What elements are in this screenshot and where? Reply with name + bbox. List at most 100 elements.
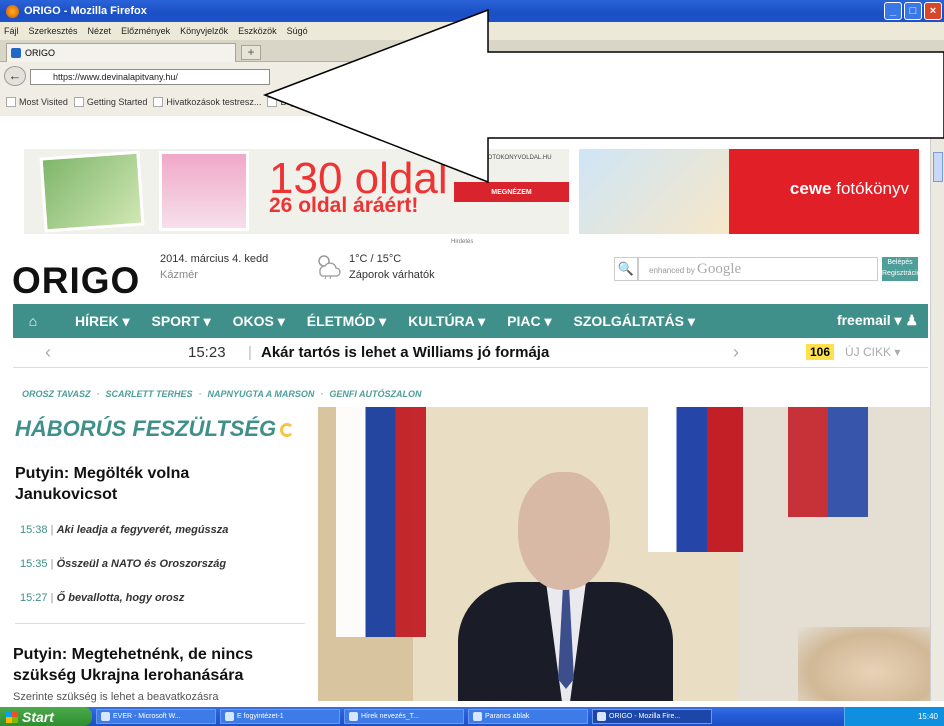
taskbar-item[interactable]: E fogyintézet-1: [220, 709, 340, 724]
sub-story[interactable]: 15:27 | Ő bevallotta, hogy orosz: [20, 592, 184, 604]
tag-link[interactable]: OROSZ TAVASZ: [22, 389, 91, 399]
promo-button[interactable]: MEGNÉZEM: [454, 182, 569, 202]
page-icon: [267, 97, 278, 107]
section-title[interactable]: HÁBORÚS FESZÜLTSÉG: [15, 416, 295, 442]
cewe-ad-photo: [579, 149, 729, 234]
bookmark-other[interactable]: Bej: [267, 97, 293, 107]
ticker-separator: |: [248, 344, 252, 361]
search-input[interactable]: enhanced by Google: [638, 257, 878, 281]
origo-logo[interactable]: ORIGO: [12, 260, 140, 302]
news-ticker: ‹ 15:23 | Akár tartós is lehet a William…: [13, 338, 928, 368]
login-link[interactable]: Belépés: [882, 257, 918, 268]
tag-link[interactable]: NAPNYUGTA A MARSON: [208, 389, 315, 399]
back-button[interactable]: ←: [4, 66, 26, 86]
tab-origo[interactable]: ORIGO: [6, 43, 236, 62]
cewe-brand: cewe fotókönyv: [789, 179, 909, 198]
bookmark-most-visited[interactable]: Most Visited: [6, 97, 68, 107]
sub-story[interactable]: 15:38 | Aki leadja a fegyverét, megússza: [20, 524, 228, 536]
taskbar-item[interactable]: Parancs ablak: [468, 709, 588, 724]
ticker-prev-button[interactable]: ‹: [45, 342, 51, 363]
origo-favicon-icon: [11, 48, 21, 58]
nav-hirek[interactable]: HÍREK ▾: [75, 313, 129, 330]
menu-edit[interactable]: Szerkesztés: [29, 26, 78, 36]
sub-story[interactable]: 15:35 | Összeül a NATO és Oroszország: [20, 558, 226, 570]
windows-logo-icon: [6, 710, 18, 723]
taskbar-item[interactable]: ORIGO - Mozilla Fire...: [592, 709, 712, 724]
close-button[interactable]: ×: [924, 2, 942, 20]
page-icon: [73, 97, 84, 107]
minimize-button[interactable]: _: [884, 2, 902, 20]
window-title: ORIGO - Mozilla Firefox: [24, 5, 147, 17]
ad-photo: [39, 150, 145, 233]
bookmark-links[interactable]: Hivatkozások testresz...: [153, 97, 261, 107]
clock[interactable]: 15:40: [918, 712, 938, 721]
app-icon: [225, 712, 234, 721]
nav-sport[interactable]: SPORT ▾: [151, 313, 210, 330]
start-button[interactable]: Start: [0, 707, 92, 726]
ad-banner[interactable]: 130 oldal 26 oldal áráért! FOTOKONYVOLDA…: [24, 149, 919, 234]
page-icon: [153, 97, 164, 107]
menu-tools[interactable]: Eszközök: [238, 26, 277, 36]
promo-subline: 26 oldal áráért!: [269, 194, 419, 217]
tab-bar: ORIGO +: [0, 40, 944, 62]
taskbar-item[interactable]: EVER - Microsoft W...: [96, 709, 216, 724]
nav-szolgaltatas[interactable]: SZOLGÁLTATÁS ▾: [574, 313, 695, 330]
register-link[interactable]: Regisztráció: [882, 268, 921, 279]
story-headline[interactable]: Putyin: Megtehetnénk, de nincs szükség U…: [13, 644, 303, 686]
taskbar-item[interactable]: Hírek nevezés_T...: [344, 709, 464, 724]
nav-kultura[interactable]: KULTÚRA ▾: [408, 313, 485, 330]
firefox-icon: [597, 712, 606, 721]
menu-history[interactable]: Előzmények: [121, 26, 170, 36]
fotokonyv-ad[interactable]: 130 oldal 26 oldal áráért! FOTOKONYVOLDA…: [24, 149, 569, 234]
web-page: 130 oldal 26 oldal áráért! FOTOKONYVOLDA…: [0, 136, 944, 703]
new-tab-button[interactable]: +: [241, 45, 261, 60]
bookmarks-toolbar: Most Visited Getting Started Hivatkozáso…: [0, 92, 944, 112]
forecast-text: Záporok várhatók: [349, 269, 435, 281]
story-lead: Szerinte szükség is lehet a beavatkozásr…: [13, 691, 219, 703]
story-headline[interactable]: Putyin: Megölték volna Janukovicsot: [15, 463, 295, 505]
bookmark-getting-started[interactable]: Getting Started: [73, 97, 147, 107]
nav-eletmod[interactable]: ÉLETMÓD ▾: [307, 313, 386, 330]
menu-help[interactable]: Súgó: [287, 26, 308, 36]
url-input[interactable]: https://www.devinalapitvany.hu/: [30, 69, 270, 85]
main-navigation: ⌂ HÍREK ▾ SPORT ▾ OKOS ▾ ÉLETMÓD ▾ KULTÚ…: [13, 304, 928, 338]
firefox-icon: [6, 4, 19, 18]
menu-bookmarks[interactable]: Könyvjelzők: [180, 26, 228, 36]
menu-bar: Fájl Szerkesztés Nézet Előzmények Könyvj…: [0, 22, 944, 40]
cewe-ad[interactable]: cewe fotókönyv: [579, 149, 919, 234]
ticker-headline[interactable]: Akár tartós is lehet a Williams jó formá…: [261, 344, 549, 361]
temperature-text: 1°C / 15°C: [349, 253, 402, 265]
login-box[interactable]: Belépés Regisztráció: [882, 257, 921, 281]
folder-icon: [473, 712, 482, 721]
divider: [15, 623, 305, 624]
weather-icon: [318, 255, 341, 280]
new-articles-label[interactable]: ÚJ CIKK ▾: [845, 345, 900, 359]
ticker-time: 15:23: [188, 344, 226, 361]
flag-image: [336, 407, 426, 637]
lead-photo[interactable]: [318, 407, 930, 701]
folder-icon: [6, 97, 16, 107]
loading-icon: [280, 423, 295, 438]
home-icon[interactable]: ⌂: [13, 313, 53, 329]
maximize-button[interactable]: □: [904, 2, 922, 20]
tag-link[interactable]: GENFI AUTÓSZALON: [329, 389, 421, 399]
word-icon: [101, 712, 110, 721]
ticker-next-button[interactable]: ›: [733, 342, 739, 363]
nav-okos[interactable]: OKOS ▾: [233, 313, 285, 330]
scrollbar-thumb[interactable]: [933, 152, 943, 182]
nav-piac[interactable]: PIAC ▾: [507, 313, 551, 330]
new-articles-count[interactable]: 106: [806, 344, 835, 360]
nav-freemail[interactable]: freemail ▾ ♟: [837, 312, 918, 329]
system-tray: 15:40: [844, 707, 944, 726]
menu-file[interactable]: Fájl: [4, 26, 19, 36]
promo-site: FOTOKONYVOLDAL.HU: [484, 155, 552, 161]
windows-taskbar: Start EVER - Microsoft W... E fogyintéze…: [0, 707, 944, 726]
navigation-toolbar: ← https://www.devinalapitvany.hu/ Most V…: [0, 62, 944, 116]
vertical-scrollbar[interactable]: [930, 136, 944, 701]
nameday-text: Kázmér: [160, 269, 198, 281]
flag-image: [648, 407, 743, 552]
tag-link[interactable]: SCARLETT TERHES: [106, 389, 193, 399]
search-icon[interactable]: 🔍: [614, 257, 638, 281]
menu-view[interactable]: Nézet: [88, 26, 112, 36]
date-text: 2014. március 4. kedd: [160, 253, 269, 265]
